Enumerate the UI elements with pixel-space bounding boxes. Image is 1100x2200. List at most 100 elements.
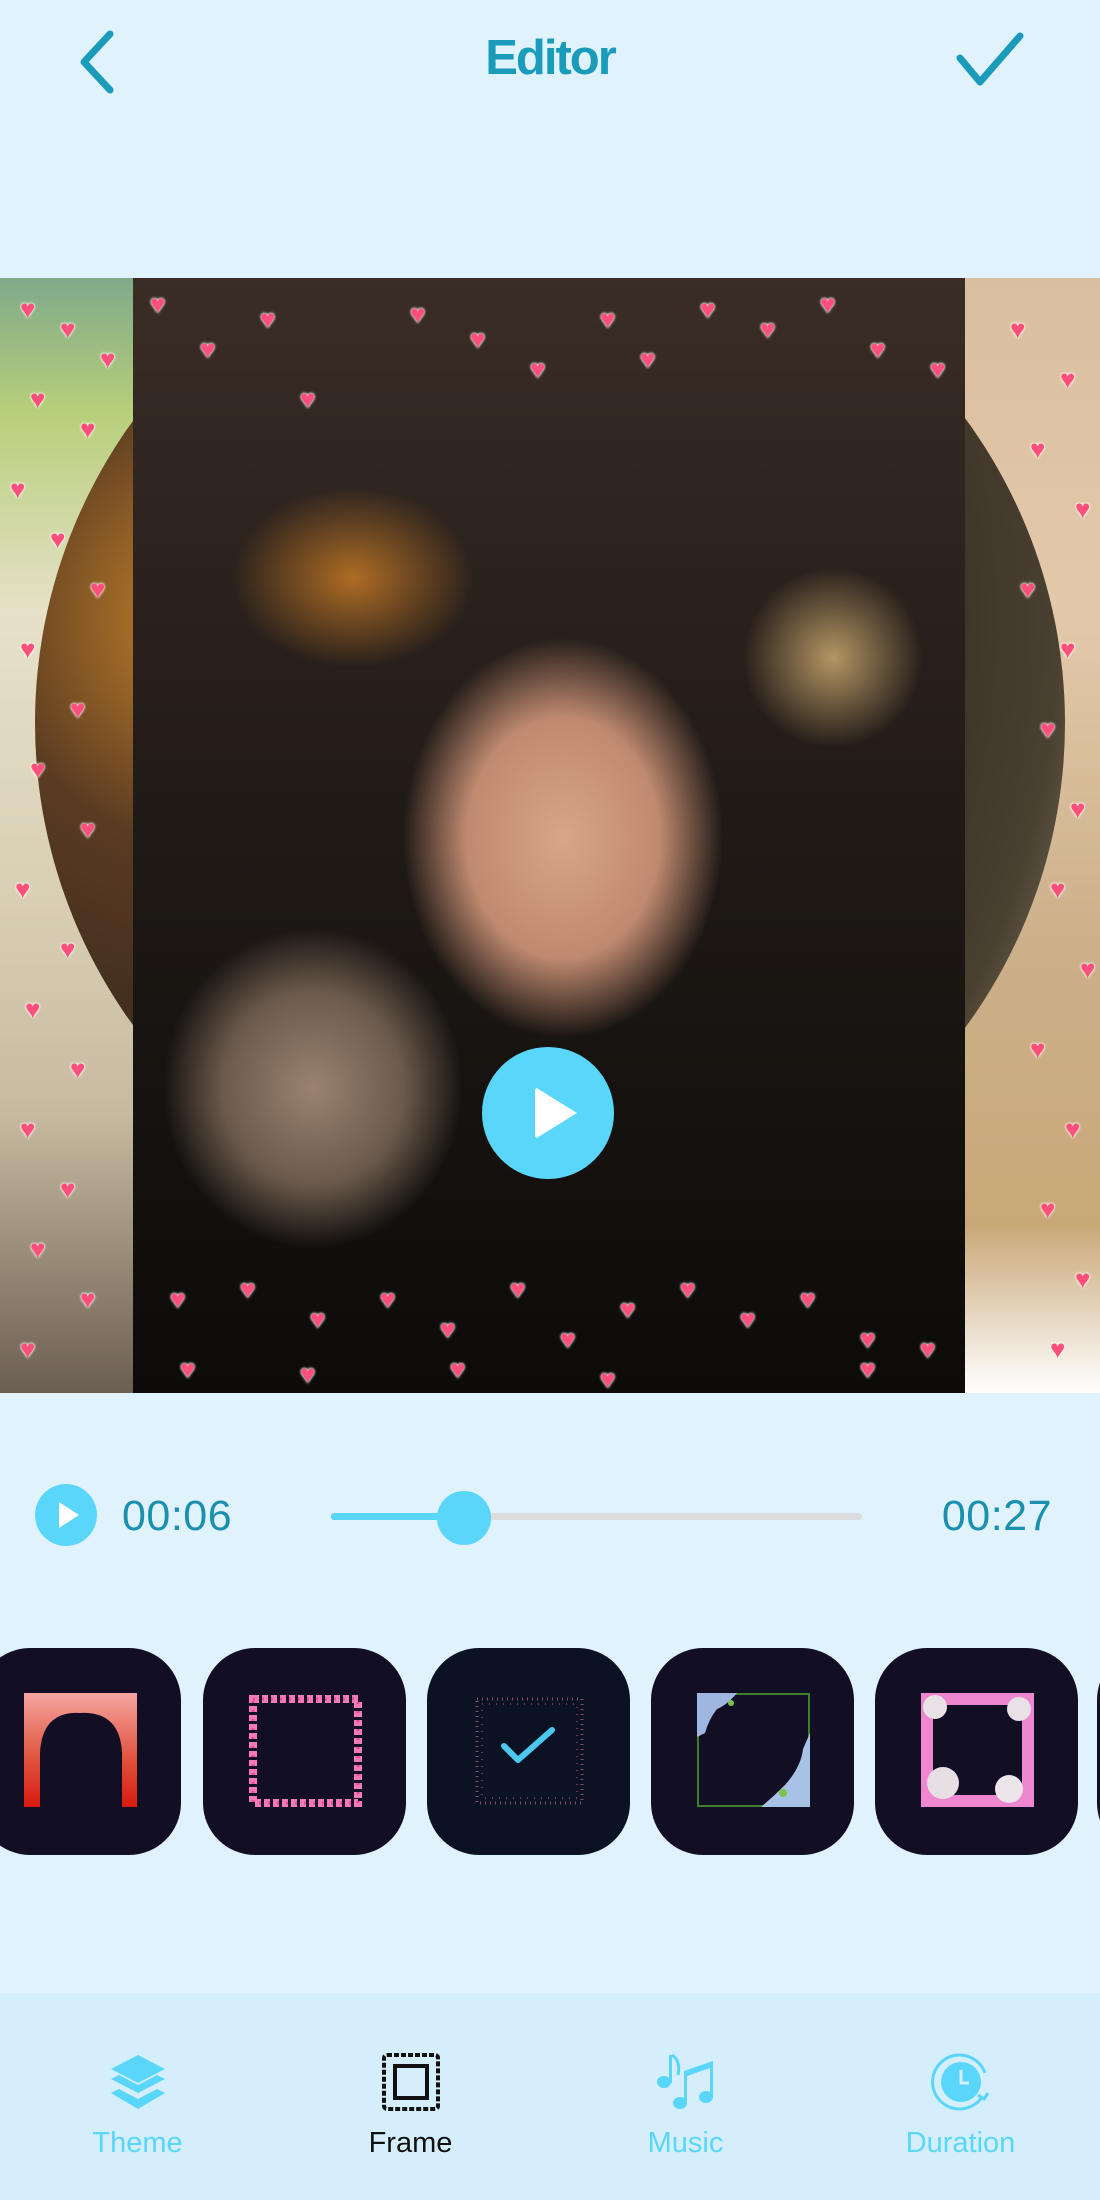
heart-decoration: ♥ [380, 1284, 396, 1314]
pink-orchid-frame-thumbnail [921, 1693, 1034, 1807]
heart-decoration: ♥ [1070, 794, 1086, 824]
heart-decoration: ♥ [90, 574, 106, 604]
heart-decoration: ♥ [530, 354, 546, 384]
heart-decoration: ♥ [680, 1274, 696, 1304]
frame-icon [381, 2053, 440, 2111]
heart-decoration: ♥ [150, 289, 166, 319]
frame-item-blue-hydrangea[interactable] [651, 1648, 854, 1855]
heart-decoration: ♥ [30, 754, 46, 784]
heart-decoration: ♥ [50, 524, 66, 554]
heart-decoration: ♥ [1075, 494, 1091, 524]
heart-decoration: ♥ [860, 1354, 876, 1384]
seek-slider[interactable] [331, 1491, 862, 1545]
heart-decoration: ♥ [470, 324, 486, 354]
check-icon [956, 32, 1024, 86]
heart-decoration: ♥ [1060, 634, 1076, 664]
heart-decoration: ♥ [200, 334, 216, 364]
heart-decoration: ♥ [80, 814, 96, 844]
heart-decoration: ♥ [640, 344, 656, 374]
heart-decoration: ♥ [1050, 874, 1066, 904]
current-time: 00:06 [122, 1492, 233, 1540]
pink-hearts-frame-thumbnail [249, 1695, 362, 1807]
heart-decoration: ♥ [920, 1334, 936, 1364]
frame-item-pink-orchid[interactable] [875, 1648, 1078, 1855]
clock-icon [930, 2053, 989, 2111]
heart-decoration: ♥ [70, 694, 86, 724]
selected-check-icon [501, 1727, 555, 1763]
bottom-navigation: Theme Frame Music Duration [0, 1993, 1100, 2200]
heart-decoration: ♥ [440, 1314, 456, 1344]
heart-decoration: ♥ [1040, 714, 1056, 744]
heart-decoration: ♥ [80, 1284, 96, 1314]
heart-decoration: ♥ [930, 354, 946, 384]
play-icon [535, 1087, 577, 1139]
heart-decoration: ♥ [560, 1324, 576, 1354]
total-time: 00:27 [941, 1492, 1052, 1540]
heart-decoration: ♥ [1020, 574, 1036, 604]
nav-tab-music[interactable]: Music [548, 1993, 823, 2200]
preview-play-button[interactable] [482, 1047, 614, 1179]
heart-decoration: ♥ [20, 294, 36, 324]
heart-decoration: ♥ [30, 384, 46, 414]
heart-decoration: ♥ [620, 1294, 636, 1324]
music-notes-icon [656, 2053, 713, 2109]
heart-decoration: ♥ [15, 874, 31, 904]
nav-tab-theme[interactable]: Theme [0, 1993, 275, 2200]
heart-decoration: ♥ [80, 414, 96, 444]
heart-decoration: ♥ [60, 1174, 76, 1204]
heart-decoration: ♥ [1010, 314, 1026, 344]
heart-decoration: ♥ [60, 314, 76, 344]
heart-decoration: ♥ [20, 634, 36, 664]
frame-picker-strip[interactable] [0, 1648, 1100, 1856]
heart-decoration: ♥ [1080, 954, 1096, 984]
heart-decoration: ♥ [510, 1274, 526, 1304]
play-icon [59, 1502, 79, 1528]
heart-decoration: ♥ [410, 299, 426, 329]
heart-decoration: ♥ [600, 304, 616, 334]
heart-decoration: ♥ [300, 1359, 316, 1389]
nav-label-theme: Theme [92, 2127, 183, 2159]
heart-decoration: ♥ [1065, 1114, 1081, 1144]
heart-decoration: ♥ [450, 1354, 466, 1384]
frame-item-sparkle-dots[interactable] [427, 1648, 630, 1855]
nav-tab-duration[interactable]: Duration [823, 1993, 1098, 2200]
heart-decoration: ♥ [860, 1324, 876, 1354]
heart-decoration: ♥ [1040, 1194, 1056, 1224]
heart-decoration: ♥ [180, 1354, 196, 1384]
heart-decoration: ♥ [1050, 1334, 1066, 1364]
heart-decoration: ♥ [800, 1284, 816, 1314]
heart-decoration: ♥ [700, 294, 716, 324]
blue-hydrangea-frame-thumbnail [697, 1693, 810, 1807]
heart-decoration: ♥ [760, 314, 776, 344]
heart-decoration: ♥ [310, 1304, 326, 1334]
heart-decoration: ♥ [260, 304, 276, 334]
frame-item-fire-arch[interactable] [0, 1648, 181, 1855]
video-preview[interactable]: ♥ ♥ ♥ ♥ ♥ ♥ ♥ ♥ ♥ ♥ ♥ ♥ ♥ ♥ ♥ ♥ ♥ ♥ ♥ ♥ ♥ ♥ ♥ ♥ ♥ ♥ ♥ ♥ ♥ ♥ ♥ ♥ ♥ ♥ ♥ ♥ ♥ ♥ ♥ ♥… [0, 278, 1100, 1393]
heart-decoration: ♥ [20, 1114, 36, 1144]
heart-decoration: ♥ [1075, 1264, 1091, 1294]
frame-item-pink-hearts[interactable] [203, 1648, 406, 1855]
heart-decoration: ♥ [100, 344, 116, 374]
heart-decoration: ♥ [740, 1304, 756, 1334]
nav-label-duration: Duration [905, 2127, 1016, 2159]
nav-tab-frame[interactable]: Frame [273, 1993, 548, 2200]
heart-decoration: ♥ [20, 1334, 36, 1364]
heart-decoration: ♥ [170, 1284, 186, 1314]
done-button[interactable] [950, 30, 1030, 90]
heart-decoration: ♥ [1030, 1034, 1046, 1064]
fire-arch-frame-thumbnail [24, 1693, 137, 1807]
heart-decoration: ♥ [870, 334, 886, 364]
heart-decoration: ♥ [10, 474, 26, 504]
nav-label-frame: Frame [368, 2127, 453, 2159]
play-button[interactable] [35, 1484, 97, 1546]
layers-icon [110, 2055, 165, 2109]
heart-decoration: ♥ [70, 1054, 86, 1084]
heart-decoration: ♥ [1060, 364, 1076, 394]
heart-decoration: ♥ [25, 994, 41, 1024]
heart-decoration: ♥ [240, 1274, 256, 1304]
heart-decoration: ♥ [30, 1234, 46, 1264]
seek-slider-thumb[interactable] [436, 1491, 491, 1545]
heart-decoration: ♥ [60, 934, 76, 964]
heart-decoration: ♥ [820, 289, 836, 319]
heart-decoration: ♥ [600, 1364, 616, 1393]
